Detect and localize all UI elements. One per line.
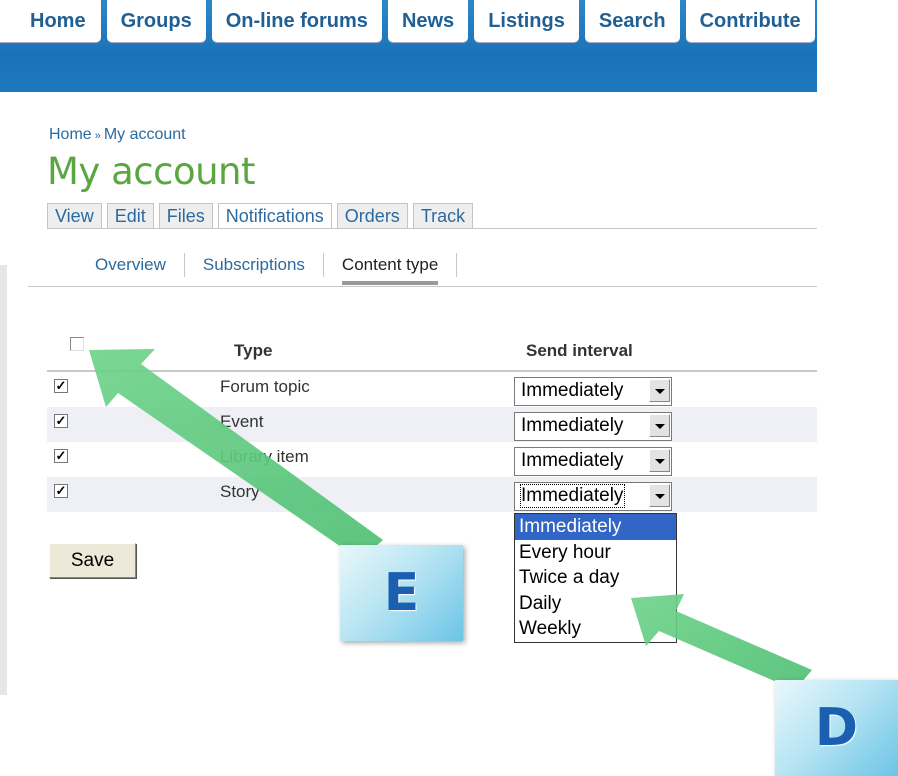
chevron-down-icon[interactable] xyxy=(649,449,670,472)
nav-search[interactable]: Search xyxy=(584,0,680,42)
send-interval-select[interactable]: Immediately xyxy=(514,482,672,511)
tab-orders[interactable]: Orders xyxy=(336,203,408,228)
option-immediately[interactable]: Immediately xyxy=(515,514,676,540)
table-row: ✓ Event Immediately xyxy=(47,407,817,442)
breadcrumb: Home» My account xyxy=(49,126,186,144)
nav-news[interactable]: News xyxy=(387,0,469,42)
select-value: Immediately xyxy=(519,484,626,508)
send-interval-dropdown-list: Immediately Every hour Twice a day Daily… xyxy=(514,513,677,643)
subtab-subscriptions[interactable]: Subscriptions xyxy=(185,253,324,277)
option-weekly[interactable]: Weekly xyxy=(515,616,676,642)
row-checkbox[interactable]: ✓ xyxy=(54,484,68,498)
account-tabs: View Edit Files Notifications Orders Tra… xyxy=(47,203,474,228)
tab-view[interactable]: View xyxy=(47,203,102,228)
chevron-down-icon[interactable] xyxy=(649,379,670,402)
select-value: Immediately xyxy=(521,450,624,471)
nav-home[interactable]: Home xyxy=(0,0,101,42)
row-checkbox[interactable]: ✓ xyxy=(54,379,68,393)
column-header-send-interval: Send interval xyxy=(526,341,633,360)
row-type-label: Forum topic xyxy=(220,377,310,396)
nav-online-forums[interactable]: On-line forums xyxy=(211,0,382,42)
nav-tabs: Home Groups On-line forums News Listings… xyxy=(0,0,821,46)
option-twice-a-day[interactable]: Twice a day xyxy=(515,565,676,591)
account-tabs-divider xyxy=(47,228,817,229)
table-row: ✓ Library item Immediately xyxy=(47,442,817,477)
option-daily[interactable]: Daily xyxy=(515,591,676,617)
select-value: Immediately xyxy=(521,415,624,436)
save-button[interactable]: Save xyxy=(49,543,136,578)
top-navigation-bar: Home Groups On-line forums News Listings… xyxy=(0,0,817,92)
page-title: My account xyxy=(47,150,256,193)
tab-notifications[interactable]: Notifications xyxy=(217,203,332,228)
table-row: ✓ Forum topic Immediately xyxy=(47,372,817,407)
breadcrumb-home-link[interactable]: Home xyxy=(49,126,92,143)
breadcrumb-my-account-link[interactable]: My account xyxy=(104,126,186,143)
subtab-content-type[interactable]: Content type xyxy=(324,253,458,285)
send-interval-select[interactable]: Immediately xyxy=(514,412,672,441)
sub-tabs: Overview Subscriptions Content type xyxy=(95,253,458,285)
tab-edit[interactable]: Edit xyxy=(106,203,154,228)
breadcrumb-separator: » xyxy=(94,130,101,142)
sub-tabs-divider xyxy=(28,286,817,287)
annotation-badge-d: D xyxy=(775,680,898,776)
row-checkbox[interactable]: ✓ xyxy=(54,449,68,463)
tab-track[interactable]: Track xyxy=(412,203,474,228)
chevron-down-icon[interactable] xyxy=(649,414,670,437)
tab-files[interactable]: Files xyxy=(158,203,213,228)
send-interval-select[interactable]: Immediately xyxy=(514,447,672,476)
option-every-hour[interactable]: Every hour xyxy=(515,540,676,566)
chevron-down-icon[interactable] xyxy=(649,484,670,507)
nav-listings[interactable]: Listings xyxy=(474,0,579,42)
row-type-label: Story xyxy=(220,482,260,501)
subtab-overview[interactable]: Overview xyxy=(95,253,185,277)
table-row: ✓ Story Immediately xyxy=(47,477,817,512)
content-frame-edge xyxy=(0,265,7,695)
select-value: Immediately xyxy=(521,380,624,401)
row-checkbox[interactable]: ✓ xyxy=(54,414,68,428)
row-type-label: Event xyxy=(220,412,264,431)
send-interval-select[interactable]: Immediately xyxy=(514,377,672,406)
row-type-label: Library item xyxy=(220,447,309,466)
select-all-checkbox[interactable] xyxy=(70,337,84,351)
annotation-badge-e: E xyxy=(340,545,463,641)
nav-contribute[interactable]: Contribute xyxy=(685,0,815,42)
nav-groups[interactable]: Groups xyxy=(106,0,206,42)
column-header-type: Type xyxy=(234,341,273,360)
